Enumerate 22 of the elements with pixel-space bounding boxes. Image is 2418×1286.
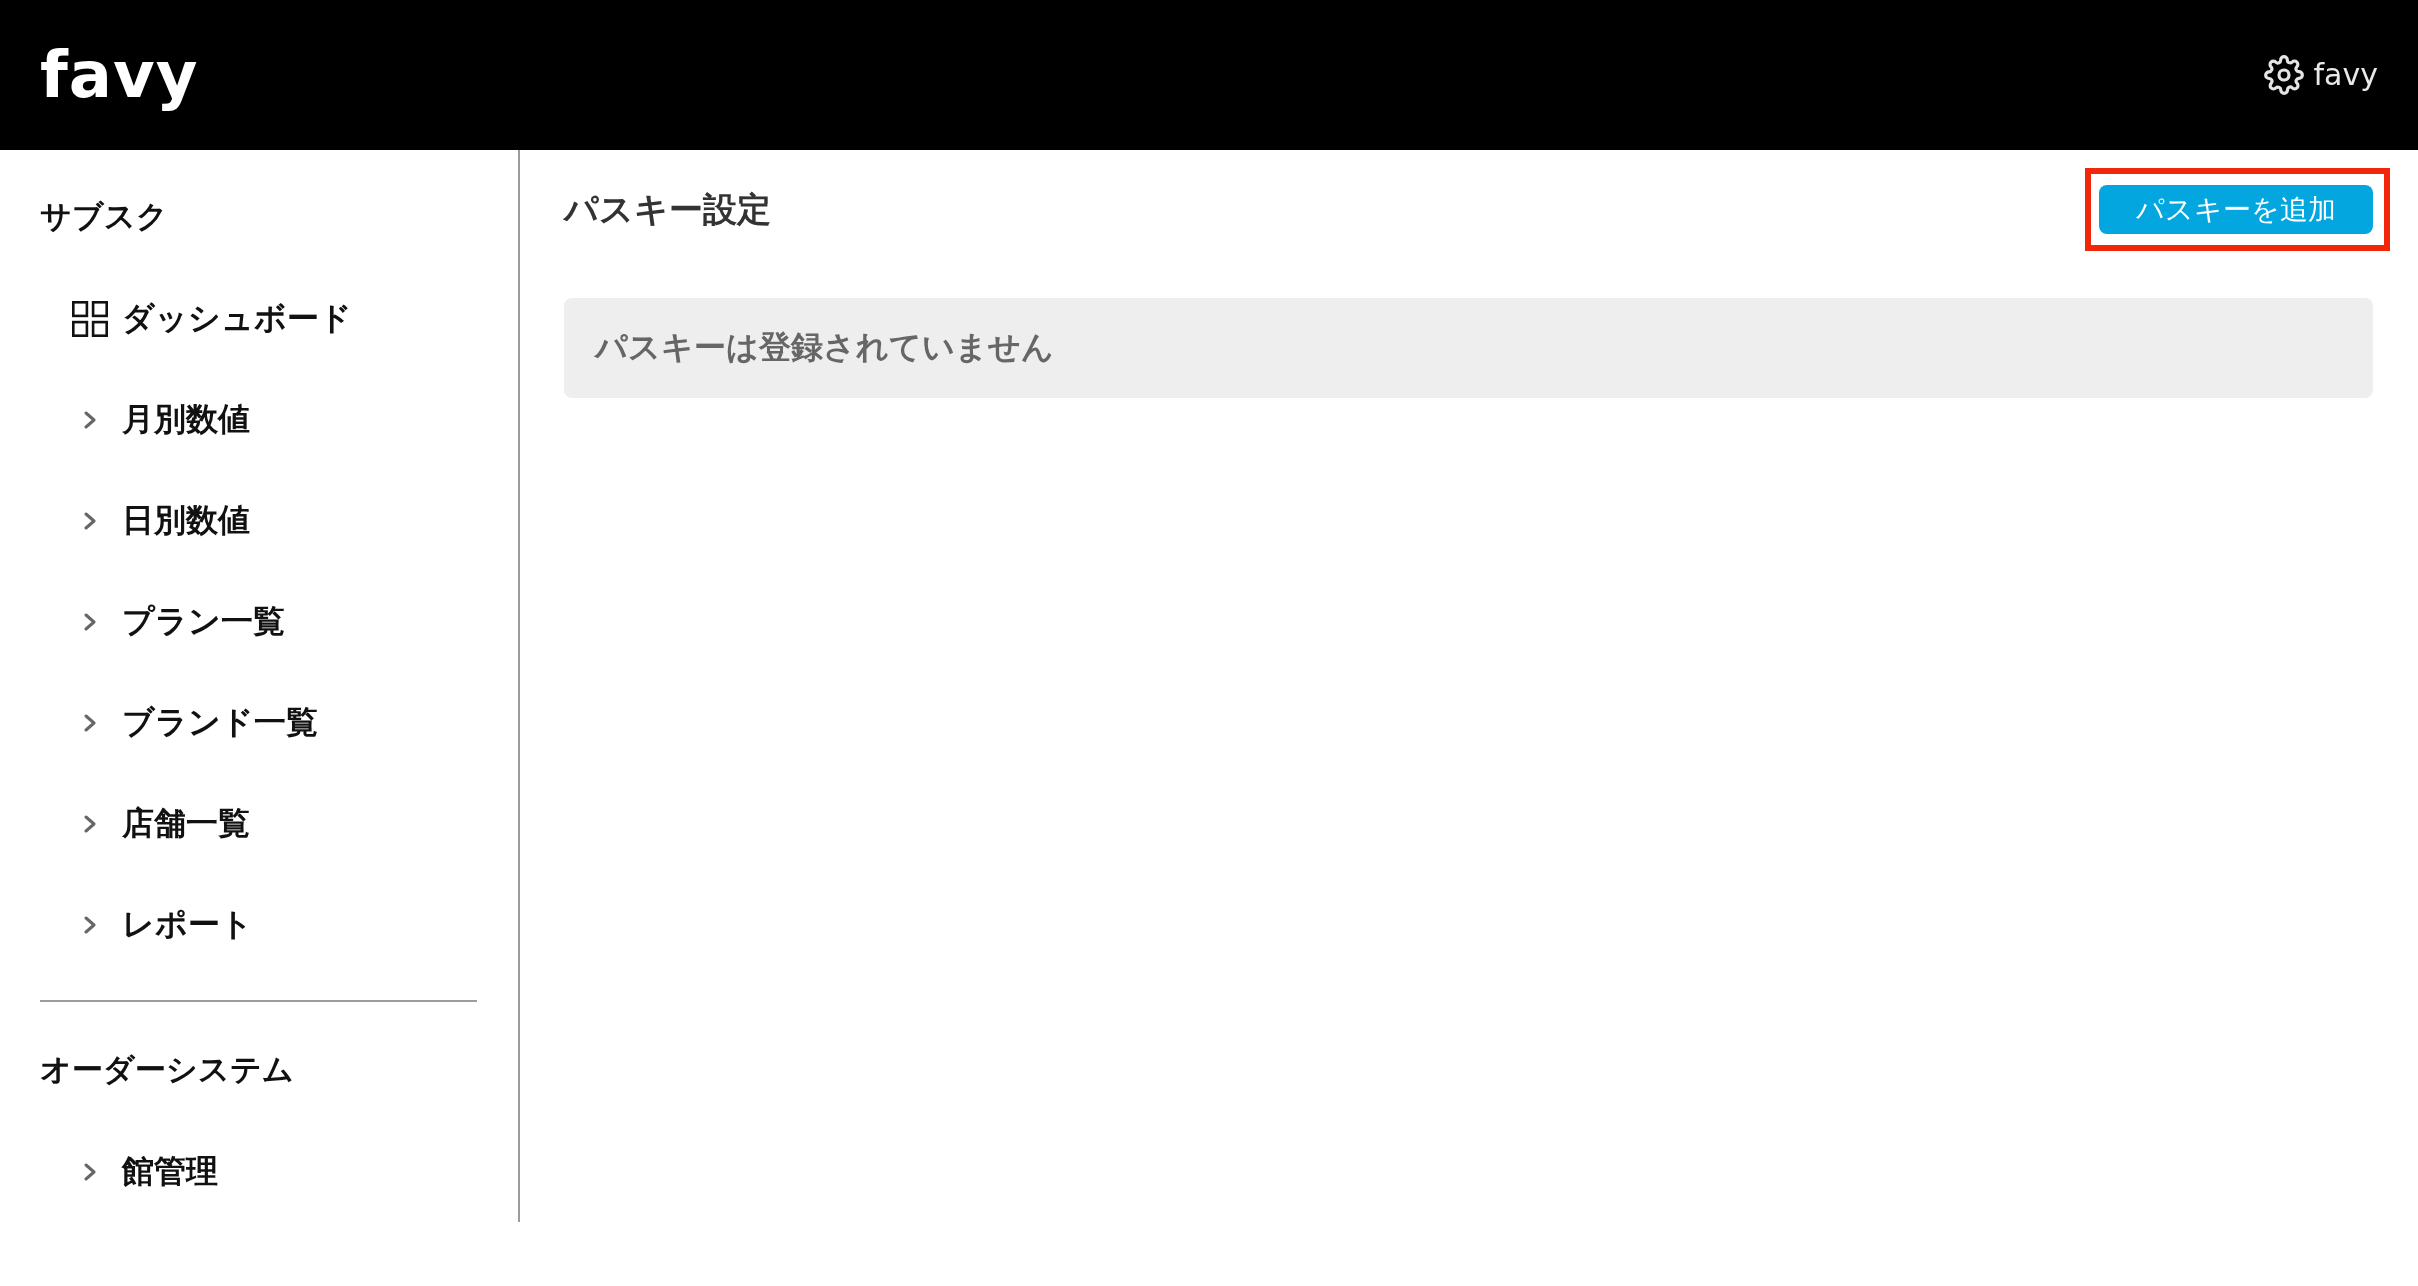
sidebar-item[interactable]: プラン一覧: [40, 571, 477, 672]
sidebar-item[interactable]: 館管理: [40, 1121, 477, 1222]
page-title: パスキー設定: [564, 189, 771, 230]
account-menu-button[interactable]: favy: [2263, 55, 2378, 95]
chevron-icon: [84, 1162, 96, 1181]
chevron-icon: [84, 713, 96, 732]
grid-icon: [72, 300, 108, 337]
chevron-icon: [84, 612, 96, 631]
sidebar-item[interactable]: 日別数値: [40, 470, 477, 571]
sidebar-section-title: サブスク: [40, 197, 169, 236]
sidebar-item[interactable]: ブランド一覧: [40, 672, 477, 773]
settings-icon: [2263, 55, 2304, 95]
empty-state-message: パスキーは登録されていません: [564, 298, 2373, 398]
sidebar-item[interactable]: 店舗一覧: [40, 773, 477, 874]
chevron-icon: [84, 511, 96, 530]
chevron-icon: [84, 410, 96, 429]
chevron-icon: [84, 814, 96, 833]
sidebar-item[interactable]: レポート: [40, 874, 477, 975]
sidebar-section-title: オーダーシステム: [40, 1050, 295, 1089]
sidebar-item[interactable]: ダッシュボード: [40, 268, 477, 369]
chevron-icon: [84, 915, 96, 934]
sidebar-item[interactable]: 月別数値: [40, 369, 477, 470]
